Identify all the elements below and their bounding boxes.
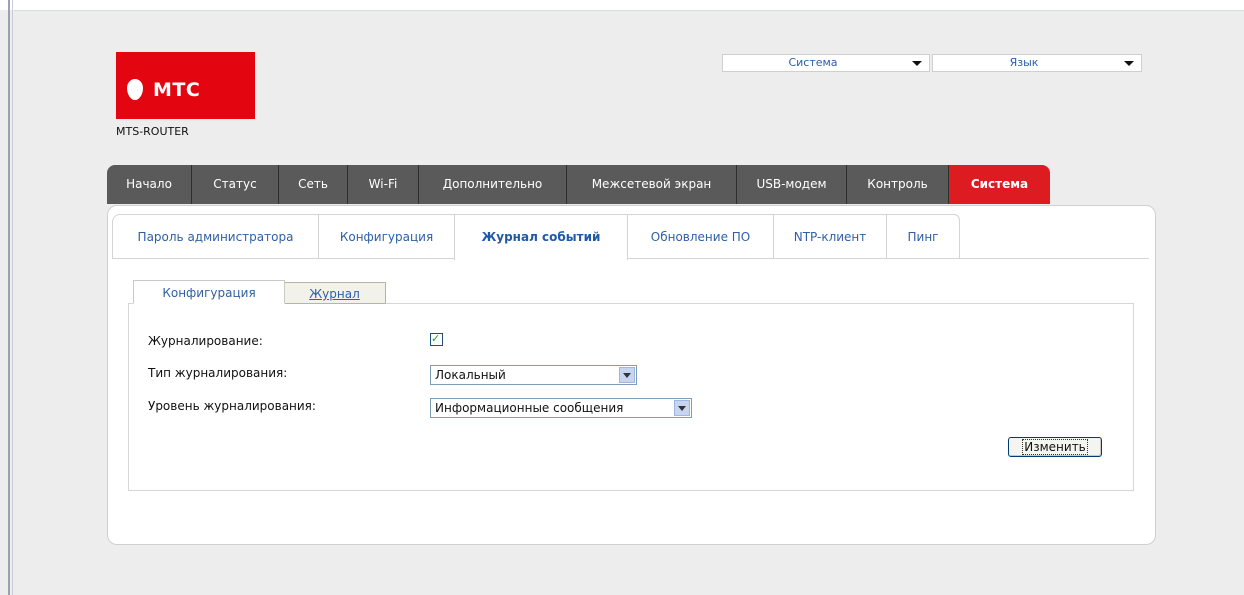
sub-tab-admin-password[interactable]: Пароль администратора [112,214,319,258]
device-name: MTS-ROUTER [116,125,189,138]
log-type-select[interactable]: Локальный [430,365,637,385]
system-menu-label: Система [788,56,838,69]
logo-text: МТС [153,79,201,101]
system-menu-dropdown[interactable]: Система [722,54,930,72]
checkmark-icon: ✓ [431,332,441,345]
main-tab-status[interactable]: Статус [192,165,279,204]
settings-box [128,303,1134,491]
change-button-label: Изменить [1022,439,1088,455]
inner-tab-log[interactable]: Журнал [283,282,386,304]
top-divider [14,10,1244,11]
top-strip [0,0,1244,10]
active-tab-gap [455,257,627,260]
sub-tab-ping[interactable]: Пинг [886,214,960,258]
logging-label: Журналирование: [148,334,263,348]
main-tab-system[interactable]: Система [949,165,1050,204]
chevron-down-icon [674,400,690,416]
sub-tab-ntp-client[interactable]: NTP-клиент [773,214,887,258]
log-level-value: Информационные сообщения [435,401,624,415]
sub-tab-configuration[interactable]: Конфигурация [318,214,455,258]
change-button[interactable]: Изменить [1008,437,1102,457]
language-dropdown[interactable]: Язык [932,54,1142,72]
main-tab-home[interactable]: Начало [107,165,192,204]
log-level-select[interactable]: Информационные сообщения [430,398,692,418]
main-tab-network[interactable]: Сеть [279,165,348,204]
log-type-value: Локальный [435,368,506,382]
main-tab-usb-modem[interactable]: USB-модем [737,165,847,204]
logging-checkbox[interactable]: ✓ [430,332,443,346]
chevron-down-icon [619,367,635,383]
log-level-label: Уровень журналирования: [148,399,316,413]
main-tab-wifi[interactable]: Wi-Fi [348,165,419,204]
chevron-down-icon [912,61,922,66]
main-tab-firewall[interactable]: Межсетевой экран [567,165,737,204]
window-left-border [8,0,10,595]
window-left-border-inner [12,0,13,595]
language-label: Язык [1009,56,1039,69]
main-tab-advanced[interactable]: Дополнительно [419,165,567,204]
sub-tab-event-log[interactable]: Журнал событий [454,214,628,260]
chevron-down-icon [1124,61,1134,66]
sub-tab-firmware-update[interactable]: Обновление ПО [627,214,774,258]
main-tab-control[interactable]: Контроль [847,165,949,204]
log-type-label: Тип журналирования: [148,366,288,380]
mts-logo: МТС [116,52,255,119]
inner-tab-configuration[interactable]: Конфигурация [133,280,285,304]
egg-icon [127,79,143,100]
sub-nav-underline [112,258,1149,259]
